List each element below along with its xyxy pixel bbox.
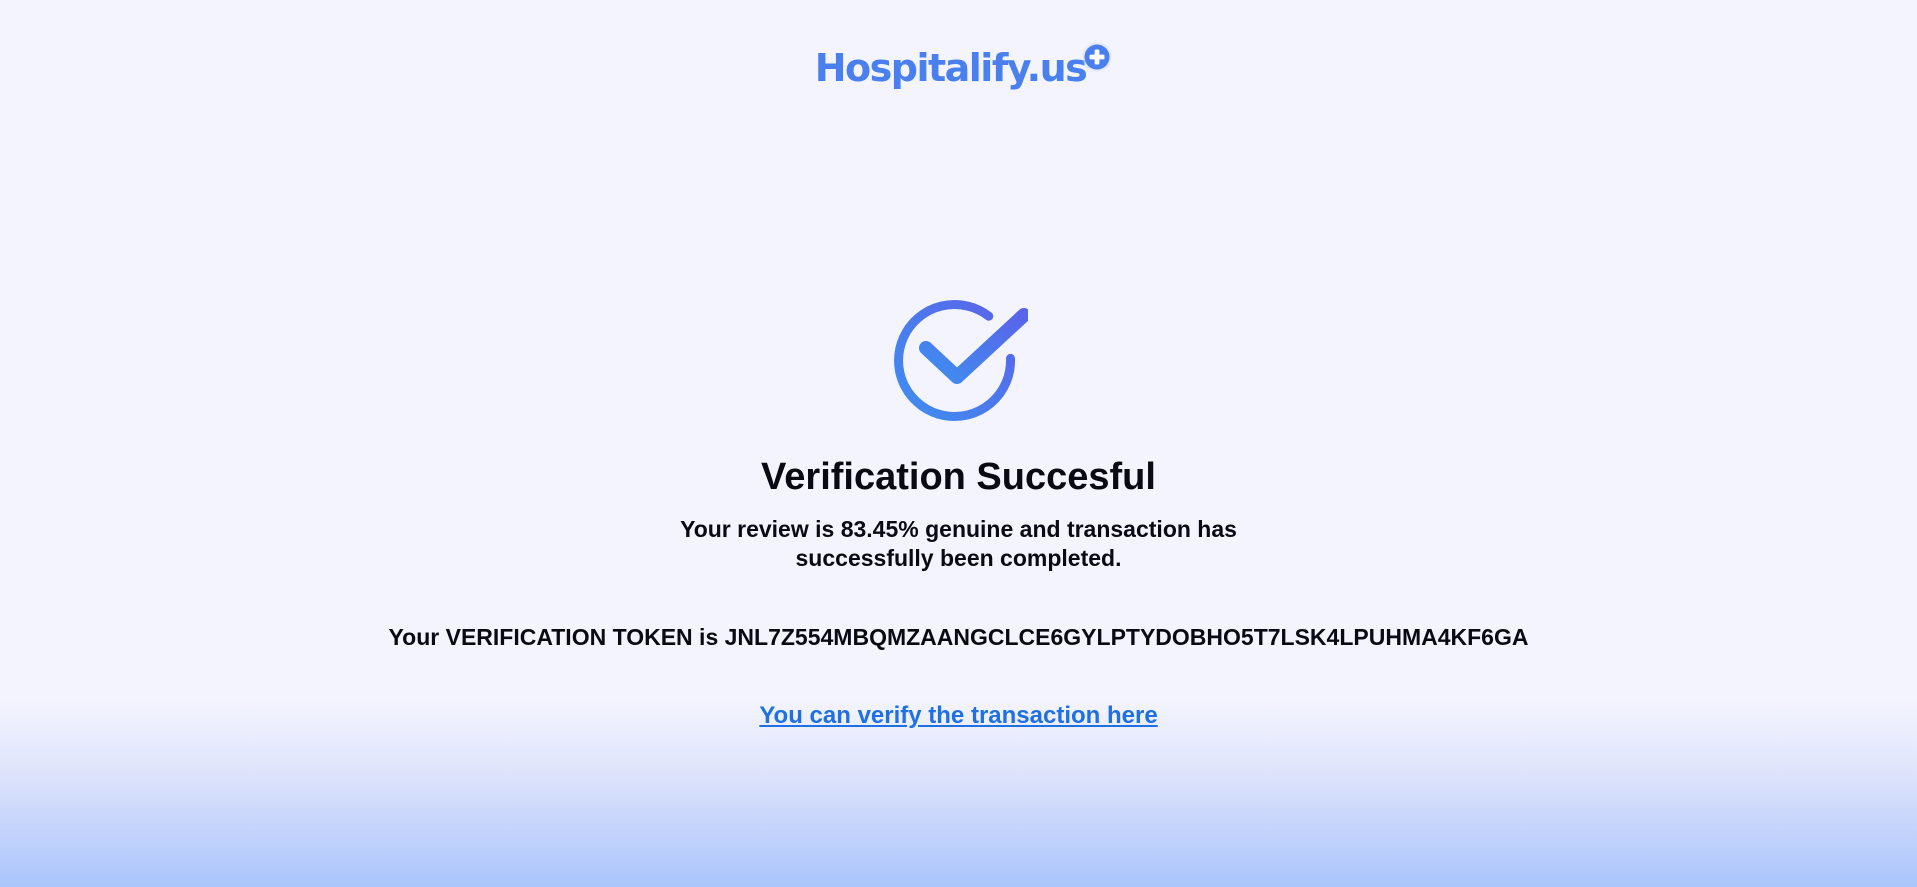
brand-logo: Hospitalify.us [0,38,1917,98]
status-message: Your review is 83.45% genuine and transa… [0,515,1917,573]
verification-title: Verification Succesful [761,456,1156,498]
status-message-text: Your review is 83.45% genuine and transa… [680,516,1237,571]
verification-token: Your VERIFICATION TOKEN is JNL7Z554MBQMZ… [388,624,1529,650]
verify-transaction-link[interactable]: You can verify the transaction here [759,702,1157,729]
logo-wrapper: Hospitalify.us [815,38,1113,98]
check-circle-icon [894,300,1028,421]
plus-badge-icon [1083,43,1112,71]
brand-name: Hospitalify.us [814,46,1088,90]
verify-link-container: You can verify the transaction here [0,701,1917,731]
